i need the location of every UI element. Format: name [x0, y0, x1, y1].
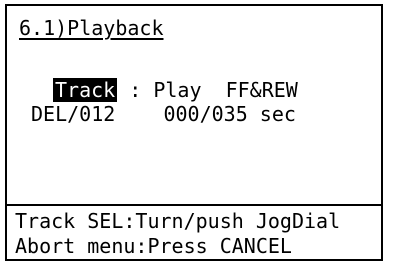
track-selector[interactable]: Track [53, 78, 118, 102]
divider [7, 204, 381, 206]
help-line-track-select: Track SEL:Turn/push JogDial [15, 209, 341, 233]
playback-mode-options: : Play FF&REW [117, 78, 298, 102]
menu-title: 6.1)Playback [19, 16, 164, 40]
help-line-abort: Abort menu:Press CANCEL [15, 234, 292, 258]
track-status-row: DEL/012 000/035 sec [31, 102, 296, 126]
lcd-screen: 6.1)Playback Track : Play FF&REW DEL/012… [5, 4, 383, 261]
playback-mode-row: Track : Play FF&REW [53, 78, 298, 102]
